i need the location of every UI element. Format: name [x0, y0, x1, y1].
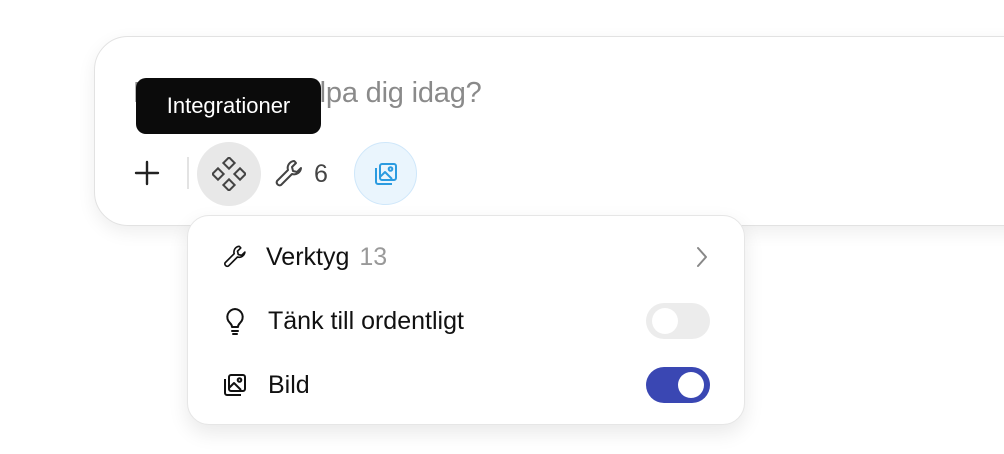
- menu-item-label: Tänk till ordentligt: [268, 306, 464, 335]
- plus-icon: [134, 160, 160, 186]
- integrations-tooltip: Integrationer: [136, 78, 321, 134]
- integrations-menu: Verktyg 13 Tänk till ordentligt Bild: [187, 215, 745, 425]
- image-toggle[interactable]: [646, 367, 710, 403]
- toolbar-divider: [187, 157, 189, 189]
- integrations-icon: [212, 157, 246, 191]
- think-toggle[interactable]: [646, 303, 710, 339]
- image-button[interactable]: [354, 142, 417, 205]
- wrench-icon: [220, 242, 250, 272]
- menu-item-image[interactable]: Bild: [188, 356, 746, 414]
- image-icon: [374, 162, 397, 185]
- toggle-knob: [678, 372, 704, 398]
- wrench-icon: [275, 160, 302, 187]
- menu-item-tools[interactable]: Verktyg 13: [188, 228, 746, 286]
- chevron-right-icon: [697, 247, 707, 267]
- integrations-button[interactable]: [197, 142, 261, 206]
- toggle-knob: [652, 308, 678, 334]
- tools-count: 6: [314, 159, 328, 188]
- menu-item-label: Bild: [268, 370, 310, 399]
- menu-item-think[interactable]: Tänk till ordentligt: [188, 292, 746, 350]
- add-button[interactable]: [124, 150, 170, 196]
- tools-count-badge: 13: [359, 242, 388, 271]
- image-icon: [220, 370, 250, 400]
- lightbulb-icon: [220, 306, 250, 336]
- tools-button[interactable]: 6: [272, 150, 342, 198]
- menu-item-label: Verktyg: [266, 242, 350, 271]
